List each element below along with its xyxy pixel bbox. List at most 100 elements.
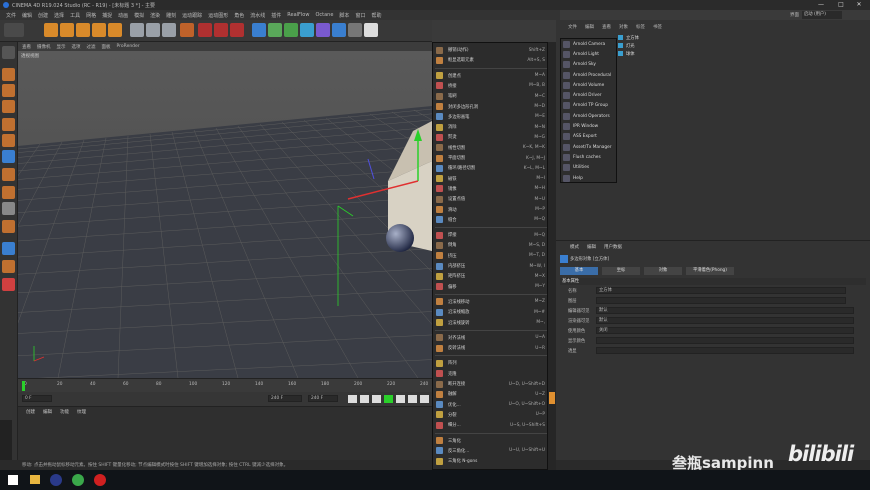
render-view-icon[interactable] — [198, 23, 212, 37]
viewport-menu-item[interactable]: 查看 — [22, 44, 31, 50]
attribute-field[interactable]: 默认 — [596, 317, 854, 324]
recorder-icon[interactable] — [94, 474, 106, 486]
cube-icon[interactable] — [252, 23, 266, 37]
arnold-menu-item[interactable]: Arnold Sky — [561, 60, 618, 70]
next-key-icon[interactable] — [408, 395, 417, 403]
timeline-cursor[interactable] — [22, 381, 25, 391]
subdivision-icon[interactable] — [284, 23, 298, 37]
arnold-menu-item[interactable]: Asset/Tx Manager — [561, 142, 618, 152]
menu-item[interactable]: RealFlow — [287, 12, 309, 18]
context-menu-item[interactable]: 克隆 — [433, 369, 547, 379]
context-menu-item[interactable]: 沿法线缩放 M~# — [433, 307, 547, 317]
arnold-menu-item[interactable]: Arnold TP Group — [561, 101, 618, 111]
render-settings-icon[interactable] — [230, 23, 244, 37]
menu-item[interactable]: 脚本 — [339, 12, 349, 19]
viewport-menu-item[interactable]: 选项 — [72, 44, 81, 50]
context-menu-item[interactable]: 挤压 M~T, D — [433, 251, 547, 261]
layout-select[interactable]: 启动 (用户) — [802, 11, 842, 19]
z-axis-icon[interactable] — [162, 23, 176, 37]
context-menu-item[interactable]: 框显选取元素 Alt+S, S — [433, 55, 547, 65]
scroll-thumb[interactable] — [549, 392, 555, 404]
edges-mode-icon[interactable] — [2, 134, 15, 147]
viewport-menu-item[interactable]: 显示 — [57, 44, 66, 50]
attribute-menu-item[interactable]: 编辑 — [587, 244, 596, 250]
next-frame-icon[interactable] — [396, 395, 405, 403]
windows-start-icon[interactable] — [8, 475, 18, 485]
explorer-icon[interactable] — [30, 475, 40, 484]
undo-icon[interactable] — [4, 23, 24, 37]
prev-key-icon[interactable] — [360, 395, 369, 403]
arnold-menu-item[interactable]: ASS Export — [561, 132, 618, 142]
perspective-viewport[interactable]: 透视视图 — [18, 51, 432, 378]
attribute-menu-item[interactable]: 模式 — [570, 244, 579, 250]
context-menu-item[interactable]: 设置点值 M~U — [433, 194, 547, 204]
arnold-menu-item[interactable]: Arnold Volume — [561, 80, 618, 90]
close-button[interactable]: ✕ — [852, 0, 866, 10]
snap-icon[interactable] — [2, 202, 15, 215]
context-menu-item[interactable]: 沿法线移动 M~Z — [433, 297, 547, 307]
context-menu-item[interactable]: 封闭多边形孔洞 M~D — [433, 102, 547, 112]
context-menu-item[interactable]: 偏移 M~Y — [433, 282, 547, 292]
sculpt-icon[interactable] — [2, 242, 15, 255]
context-menu-item[interactable]: 焊接 M~Q — [433, 230, 547, 240]
xpresso-icon[interactable] — [2, 278, 15, 291]
goto-end-icon[interactable] — [420, 395, 429, 403]
context-menu-item[interactable]: 矩阵挤压 M~X — [433, 271, 547, 281]
camera-icon[interactable] — [348, 23, 362, 37]
attribute-menu-item[interactable]: 用户数据 — [604, 244, 622, 250]
material-menu-item[interactable]: 创建 — [26, 409, 35, 415]
object-row[interactable]: 球体 — [618, 50, 698, 57]
context-menu-item[interactable]: 沿法线旋转 M~, — [433, 318, 547, 328]
play-icon[interactable] — [384, 395, 393, 403]
context-menu-item[interactable]: 撤销(动作) Shift+Z — [433, 45, 547, 55]
material-menu-item[interactable]: 纹理 — [77, 409, 86, 415]
context-menu-item[interactable]: 反三角化... U~U, U~Shift+U — [433, 446, 547, 456]
context-menu-item[interactable]: 三角化 N-gons — [433, 456, 547, 466]
cinema4d-taskbar-icon[interactable] — [50, 474, 62, 486]
end-frame-field[interactable]: 240 F — [268, 395, 302, 402]
make-editable-icon[interactable] — [2, 46, 15, 59]
workplane-icon[interactable] — [2, 100, 15, 113]
context-menu-item[interactable]: 分裂 U~P — [433, 410, 547, 420]
pen-icon[interactable] — [268, 23, 282, 37]
tab-basic[interactable]: 基本 — [560, 267, 598, 275]
context-menu-item[interactable]: 镜像 M~H — [433, 184, 547, 194]
menu-item[interactable]: Octane — [315, 12, 333, 18]
maximize-button[interactable]: □ — [834, 0, 848, 10]
start-frame-field[interactable]: 0 F — [22, 395, 52, 402]
viewport-menu-item[interactable]: 过滤 — [87, 44, 96, 50]
viewport-menu-item[interactable]: 摄像机 — [37, 44, 51, 50]
menu-item[interactable]: 运动图形 — [208, 12, 228, 19]
context-menu-item[interactable]: 阵列 — [433, 358, 547, 368]
context-menu-item[interactable]: 循环/路径切割 K~L, M~L — [433, 163, 547, 173]
menu-item[interactable]: 角色 — [234, 12, 244, 19]
context-menu-item[interactable]: 消除 M~N — [433, 122, 547, 132]
chrome-icon[interactable] — [72, 474, 84, 486]
menu-item[interactable]: 网格 — [86, 12, 96, 19]
context-menu-item[interactable]: 磁铁 M~I — [433, 174, 547, 184]
context-menu-item[interactable]: 笔刷 M~C — [433, 91, 547, 101]
material-menu-item[interactable]: 编辑 — [43, 409, 52, 415]
object-row[interactable]: 灯光 — [618, 42, 698, 49]
attribute-field[interactable]: 关闭 — [596, 327, 854, 334]
floor-icon[interactable] — [332, 23, 346, 37]
object-row[interactable]: 立方体 — [618, 34, 698, 41]
prev-frame-icon[interactable] — [372, 395, 381, 403]
material-menu-item[interactable]: 功能 — [60, 409, 69, 415]
tweak-icon[interactable] — [2, 186, 15, 199]
context-menu-item[interactable]: 反转法线 U~R — [433, 343, 547, 353]
coordinate-icon[interactable] — [180, 23, 194, 37]
context-menu-item[interactable]: 熨烫 M~G — [433, 132, 547, 142]
context-menu-item[interactable]: 缝合 M~Q — [433, 215, 547, 225]
menu-item[interactable]: 模拟 — [134, 12, 144, 19]
object-menu-item[interactable]: 文件 — [568, 24, 577, 33]
menu-item[interactable]: 插件 — [271, 12, 281, 19]
context-menu-item[interactable]: 线性切割 K~K, M~K — [433, 143, 547, 153]
model-mode-icon[interactable] — [2, 68, 15, 81]
attribute-field[interactable]: 立方体 — [596, 287, 846, 294]
menu-item[interactable]: 窗口 — [355, 12, 365, 19]
menu-item[interactable]: 雕刻 — [166, 12, 176, 19]
arnold-menu-item[interactable]: Arnold Operators — [561, 111, 618, 121]
light-icon[interactable] — [364, 23, 378, 37]
attribute-field[interactable]: 默认 — [596, 307, 854, 314]
